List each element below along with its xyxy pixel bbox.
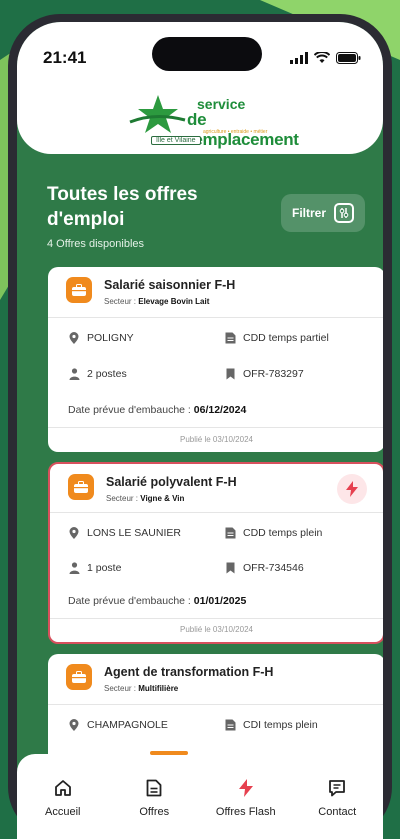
offers-count: 4 Offres disponibles (47, 238, 145, 250)
job-reference: OFR-734546 (224, 562, 304, 574)
job-card-flash[interactable]: Salarié polyvalent F-H Secteur : Vigne &… (48, 462, 383, 644)
published-date: Publié le 03/10/2024 (180, 435, 253, 444)
location-pin-icon (68, 332, 80, 344)
job-location: LONS LE SAUNIER (68, 527, 181, 539)
logo-tagline: agriculture • entraide • métier (203, 129, 268, 135)
job-reference: OFR-783297 (224, 368, 304, 380)
briefcase-icon (66, 664, 92, 690)
person-icon (68, 368, 80, 380)
filter-icon (334, 203, 354, 223)
hire-date: Date prévue d'embauche : 06/12/2024 (68, 404, 247, 416)
divider (48, 704, 383, 705)
job-title: Salarié polyvalent F-H (106, 475, 237, 489)
flash-badge (337, 474, 367, 504)
location-pin-icon (68, 527, 80, 539)
divider (50, 618, 383, 619)
lightning-icon (346, 481, 358, 497)
published-date: Publié le 03/10/2024 (180, 625, 253, 634)
status-time: 21:41 (43, 48, 87, 67)
job-sector: Secteur : Vigne & Vin (106, 494, 185, 503)
phone-frame: 21:41 service de remplacement agricultur… (8, 14, 392, 839)
filter-label: Filtrer (291, 206, 326, 220)
job-title: Salarié saisonnier F-H (104, 278, 236, 292)
chat-icon (329, 780, 346, 797)
filter-button[interactable]: Filtrer (281, 194, 365, 232)
job-location: POLIGNY (68, 332, 134, 344)
briefcase-icon (66, 277, 92, 303)
location-pin-icon (68, 719, 80, 731)
job-contract: CDD temps plein (224, 527, 322, 539)
nav-item-flash[interactable]: Offres Flash (206, 779, 286, 818)
status-icons (290, 52, 361, 64)
nav-active-indicator (150, 751, 188, 755)
job-sector: Secteur : Multifilière (104, 684, 179, 693)
home-icon (54, 780, 71, 796)
job-card[interactable]: Salarié saisonnier F-H Secteur : Elevage… (48, 267, 383, 452)
logo-region: Ille et Vilaine (151, 136, 201, 145)
bookmark-icon (224, 368, 236, 380)
person-icon (68, 562, 80, 574)
card-header: Agent de transformation F-H Secteur : Mu… (66, 664, 273, 693)
offers-icon (146, 779, 162, 797)
lightning-icon (238, 779, 253, 797)
service-logo: service de remplacement agriculture • en… (125, 92, 315, 152)
header-area: 21:41 service de remplacement agricultur… (17, 22, 383, 154)
dynamic-island (152, 37, 262, 71)
nav-item-offers[interactable]: Offres (114, 779, 194, 818)
nav-item-home[interactable]: Accueil (23, 779, 103, 818)
signal-icon (290, 52, 308, 64)
bottom-nav: Accueil Offres Offres Flash Contact (17, 751, 383, 839)
page-title: Toutes les offres d'emploi (47, 184, 198, 230)
job-sector: Secteur : Elevage Bovin Lait (104, 297, 210, 306)
briefcase-icon (68, 474, 94, 500)
document-icon (224, 527, 236, 539)
job-contract: CDI temps plein (224, 719, 318, 731)
job-location: CHAMPAGNOLE (68, 719, 168, 731)
divider (48, 427, 383, 428)
document-icon (224, 719, 236, 731)
job-contract: CDD temps partiel (224, 332, 329, 344)
job-positions: 1 poste (68, 562, 121, 574)
divider (50, 512, 383, 513)
document-icon (224, 332, 236, 344)
app-screen: 21:41 service de remplacement agricultur… (17, 22, 383, 839)
card-header: Salarié polyvalent F-H Secteur : Vigne &… (68, 474, 237, 503)
wifi-icon (314, 52, 330, 63)
nav-item-contact[interactable]: Contact (297, 779, 377, 818)
divider (48, 317, 383, 318)
battery-icon (336, 52, 361, 64)
job-positions: 2 postes (68, 368, 127, 380)
card-header: Salarié saisonnier F-H Secteur : Elevage… (66, 277, 235, 306)
logo-star-icon (129, 95, 186, 133)
job-title: Agent de transformation F-H (104, 665, 274, 679)
hire-date: Date prévue d'embauche : 01/01/2025 (68, 595, 247, 607)
bookmark-icon (224, 562, 236, 574)
